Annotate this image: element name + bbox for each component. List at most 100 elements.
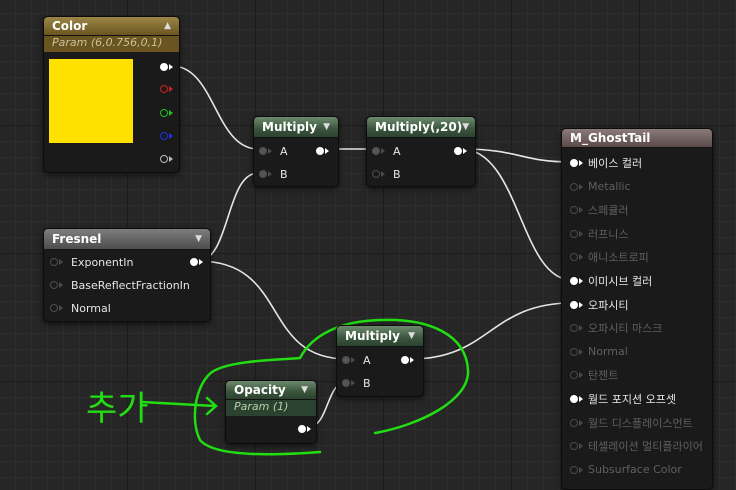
material-pin-label: 오파시티 마스크 [588, 322, 663, 336]
material-pin-label: 오파시티 [588, 298, 629, 312]
color-swatch [49, 59, 133, 143]
collapse-down-icon[interactable]: ▼ [462, 122, 469, 132]
opacity-title: Opacity [234, 383, 286, 397]
material-pin-label: 테셀레이션 멀티플라이어 [588, 440, 703, 454]
material-pin-label: 탄젠트 [588, 369, 619, 383]
pin-icon [570, 206, 578, 215]
material-input-pin[interactable]: 탄젠트 [570, 367, 618, 383]
pin-icon [570, 324, 578, 333]
multiply1-b-input[interactable]: B [259, 166, 288, 182]
multiply3-title: Multiply [345, 329, 400, 343]
multiply-node-3[interactable]: Multiply ▼ A B [336, 325, 424, 397]
fresnel-node[interactable]: Fresnel ▼ ExponentIn BaseReflectFraction… [43, 228, 211, 322]
pin-icon [570, 395, 578, 403]
multiply3-b-label: B [363, 376, 371, 390]
multiply3-a-label: A [363, 353, 371, 367]
pin-icon [570, 229, 578, 238]
multiply3-output[interactable] [401, 352, 414, 368]
material-input-pin[interactable]: 베이스 컬러 [570, 155, 642, 171]
material-pin-label: 베이스 컬러 [588, 157, 643, 170]
wire-multiply2-to-basecolor [460, 148, 573, 163]
multiply1-output[interactable] [316, 143, 329, 159]
material-pin-label: 애니소트로피 [588, 251, 649, 265]
multiply1-a-input[interactable]: A [259, 143, 288, 159]
multiply3-b-input[interactable]: B [342, 375, 371, 391]
material-input-pin[interactable]: 스페큘러 [570, 202, 628, 218]
pin-icon [570, 465, 578, 474]
pin-icon [570, 253, 578, 262]
fresnel-output[interactable] [190, 254, 203, 270]
pin-icon [570, 277, 578, 285]
material-input-pin[interactable]: Metallic [570, 179, 631, 195]
color-a-output[interactable] [160, 151, 173, 167]
multiply2-header[interactable]: Multiply(,20) ▼ [367, 117, 475, 138]
multiply2-output[interactable] [454, 143, 467, 159]
collapse-down-icon[interactable]: ▼ [195, 234, 202, 244]
fresnel-header[interactable]: Fresnel ▼ [44, 229, 210, 250]
color-g-output[interactable] [160, 105, 173, 121]
opacity-param-node[interactable]: Opacity ▼ Param (1) [225, 380, 317, 444]
fresnel-basereflect-label: BaseReflectFractionIn [71, 278, 190, 292]
material-input-pin[interactable]: 애니소트로피 [570, 249, 649, 265]
material-input-pin[interactable]: 테셀레이션 멀티플라이어 [570, 438, 703, 454]
multiply3-header[interactable]: Multiply ▼ [337, 326, 423, 347]
wire-multiply3-to-opacity [410, 302, 573, 360]
wire-multiply2-to-emissive [460, 148, 573, 281]
multiply2-title: Multiply(,20) [375, 120, 463, 134]
multiply2-a-label: A [393, 144, 401, 158]
material-input-pin[interactable]: 러프니스 [570, 226, 628, 242]
color-node-header[interactable]: Color ▲ [44, 17, 179, 36]
fresnel-normal-label: Normal [71, 301, 111, 315]
multiply2-b-input[interactable]: B [372, 166, 401, 182]
multiply3-a-input[interactable]: A [342, 352, 371, 368]
fresnel-exponent-input[interactable]: ExponentIn [50, 254, 133, 270]
material-result-node[interactable]: M_GhostTail 베이스 컬러 Metallic 스페큘러러프니스애니소트로피… [561, 128, 713, 490]
wire-color-to-multiply1 [171, 65, 259, 150]
multiply1-b-label: B [280, 167, 288, 181]
wire-fresnel-to-multiply3a [197, 260, 348, 360]
multiply2-a-input[interactable]: A [372, 143, 401, 159]
pin-icon [570, 371, 578, 380]
material-input-pin[interactable]: 월드 포지션 오프셋 [570, 391, 676, 407]
material-pin-label: Normal [588, 345, 628, 359]
color-node-subtitle: Param (6,0.756,0,1) [44, 36, 179, 52]
material-header[interactable]: M_GhostTail [562, 129, 712, 148]
annotation-text: 추가 [86, 389, 149, 429]
material-input-pin[interactable]: 오파시티 [570, 297, 628, 313]
material-pin-label: Subsurface Color [588, 463, 682, 477]
color-param-node[interactable]: Color ▲ Param (6,0.756,0,1) [43, 16, 180, 173]
material-input-pin[interactable]: Normal [570, 344, 628, 360]
material-pin-label: 이미시브 컬러 [588, 275, 653, 288]
collapse-up-icon[interactable]: ▲ [164, 21, 171, 31]
fresnel-normal-input[interactable]: Normal [50, 300, 111, 316]
opacity-output[interactable] [298, 421, 311, 437]
color-b-output[interactable] [160, 128, 173, 144]
color-r-output[interactable] [160, 81, 173, 97]
opacity-header[interactable]: Opacity ▼ [226, 381, 316, 400]
color-node-title: Color [52, 19, 88, 33]
pin-icon [570, 347, 578, 356]
fresnel-title: Fresnel [52, 232, 102, 246]
material-input-pin[interactable]: Subsurface Color [570, 462, 682, 478]
material-input-pin[interactable]: 월드 디스플레이스먼트 [570, 415, 693, 431]
material-pin-label: 러프니스 [588, 227, 629, 241]
multiply1-header[interactable]: Multiply ▼ [254, 117, 338, 138]
color-rgba-output[interactable] [160, 59, 173, 75]
material-pin-label: Metallic [588, 180, 631, 194]
multiply-node-2[interactable]: Multiply(,20) ▼ A B [366, 116, 476, 187]
multiply1-a-label: A [280, 144, 288, 158]
fresnel-basereflect-input[interactable]: BaseReflectFractionIn [50, 277, 190, 293]
collapse-down-icon[interactable]: ▼ [408, 331, 415, 341]
multiply2-b-label: B [393, 167, 401, 181]
collapse-down-icon[interactable]: ▼ [323, 122, 330, 132]
material-pin-label: 월드 디스플레이스먼트 [588, 416, 693, 430]
material-title: M_GhostTail [570, 131, 651, 145]
pin-icon [570, 159, 578, 167]
collapse-down-icon[interactable]: ▼ [301, 385, 308, 395]
pin-icon [570, 442, 578, 451]
material-input-pin[interactable]: 오파시티 마스크 [570, 320, 662, 336]
multiply-node-1[interactable]: Multiply ▼ A B [253, 116, 339, 187]
opacity-subtitle: Param (1) [226, 400, 316, 416]
multiply1-title: Multiply [262, 120, 317, 134]
material-input-pin[interactable]: 이미시브 컬러 [570, 273, 652, 289]
